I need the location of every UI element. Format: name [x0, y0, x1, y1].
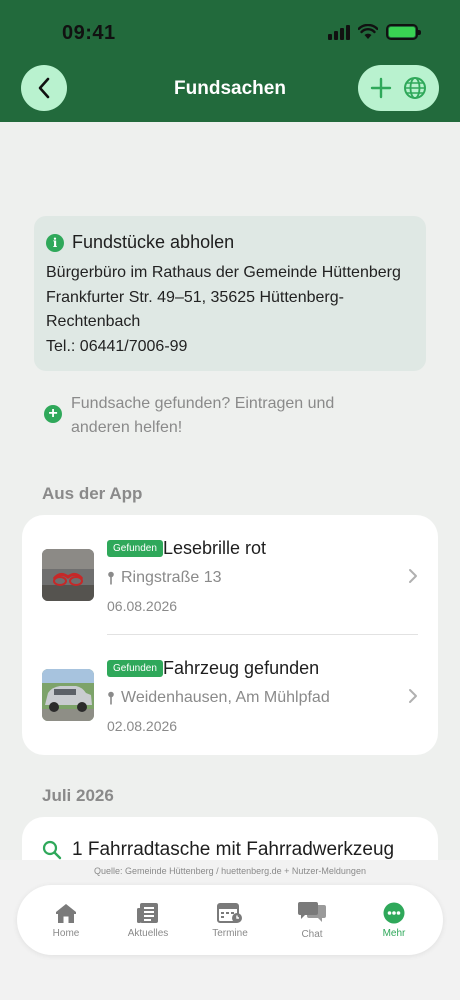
add-text-line: anderen helfen!: [71, 419, 183, 436]
section-label-app: Aus der App: [42, 484, 143, 503]
list-item[interactable]: Gefunden Lesebrille rot Ringstraße 13 06…: [22, 515, 438, 625]
info-line: Frankfurter Str. 49–51, 35625 Hüttenberg…: [46, 288, 344, 306]
status-badge: Gefunden: [107, 660, 163, 677]
tab-home[interactable]: Home: [31, 902, 101, 939]
status-badge: Gefunden: [107, 540, 163, 557]
header: 09:41 Fundsachen: [0, 0, 460, 122]
chat-icon: [298, 901, 326, 922]
item-title: Lesebrille rot: [163, 538, 267, 558]
tab-bar: Home Aktuelles Termine Chat Mehr: [17, 885, 443, 955]
plus-icon[interactable]: [370, 77, 392, 99]
tab-label: Chat: [301, 928, 323, 940]
header-actions: [358, 65, 439, 111]
globe-icon[interactable]: [403, 76, 427, 100]
tab-aktuelles[interactable]: Aktuelles: [113, 902, 183, 939]
status-time: 09:41: [62, 22, 116, 44]
item-location-text: Ringstraße 13: [121, 569, 222, 586]
tab-mehr[interactable]: Mehr: [359, 902, 429, 939]
section-label-july: Juli 2026: [42, 786, 114, 805]
item-date: 02.08.2026: [107, 718, 178, 734]
item-date: 06.08.2026: [107, 598, 178, 614]
list-item[interactable]: Gefunden Fahrzeug gefunden Weidenhausen,…: [22, 635, 438, 745]
tab-chat[interactable]: Chat: [277, 901, 347, 940]
item-title: Fahrzeug gefunden: [163, 658, 320, 678]
tab-label: Termine: [212, 927, 248, 939]
pin-icon: [108, 571, 114, 585]
source-note: Quelle: Gemeinde Hüttenberg / huettenber…: [94, 866, 366, 876]
tab-label: Mehr: [382, 927, 406, 939]
info-line: Bürgerbüro im Rathaus der Gemeinde Hütte…: [46, 264, 401, 281]
item-title: 1 Fahrradtasche mit Fahrradwerkzeug: [72, 839, 395, 860]
search-icon: [42, 840, 62, 860]
more-icon: [383, 902, 405, 923]
tab-termine[interactable]: Termine: [195, 902, 265, 939]
add-found-item-text: Fundsache gefunden? Eintragen und andere…: [71, 392, 334, 440]
info-line: Rechtenbach: [46, 313, 141, 330]
battery-icon: [386, 24, 421, 40]
info-title: Fundstücke abholen: [72, 232, 235, 252]
chevron-right-icon: [409, 569, 417, 583]
item-location-text: Weidenhausen, Am Mühlpfad: [121, 689, 330, 706]
wifi-icon: [358, 24, 378, 39]
tab-label: Home: [52, 927, 80, 939]
info-phone[interactable]: Tel.: 06441/7006-99: [46, 335, 414, 360]
item-location: Weidenhausen, Am Mühlpfad: [107, 689, 330, 707]
home-icon: [56, 903, 76, 923]
item-thumbnail: [42, 669, 94, 721]
add-text-line: Fundsache gefunden? Eintragen und: [71, 395, 335, 412]
info-text: Bürgerbüro im Rathaus der Gemeinde Hütte…: [46, 261, 414, 359]
chevron-right-icon: [409, 689, 417, 703]
newspaper-icon: [137, 902, 158, 923]
pickup-info-box: i Fundstücke abholen Bürgerbüro im Ratha…: [34, 216, 426, 371]
pin-icon: [108, 691, 114, 705]
item-thumbnail: [42, 549, 94, 601]
item-location: Ringstraße 13: [107, 569, 222, 587]
plus-circle-icon: +: [44, 405, 62, 423]
app-items-card: Gefunden Lesebrille rot Ringstraße 13 06…: [22, 515, 438, 755]
tab-label: Aktuelles: [127, 927, 169, 939]
info-icon: i: [46, 233, 64, 252]
add-found-item-link[interactable]: + Fundsache gefunden? Eintragen und ande…: [44, 392, 364, 440]
calendar-icon: [217, 902, 242, 923]
cellular-signal-icon: [328, 24, 350, 40]
list-item[interactable]: 1 Fahrradtasche mit Fahrradwerkzeug: [42, 839, 394, 861]
status-icons: [328, 24, 421, 40]
